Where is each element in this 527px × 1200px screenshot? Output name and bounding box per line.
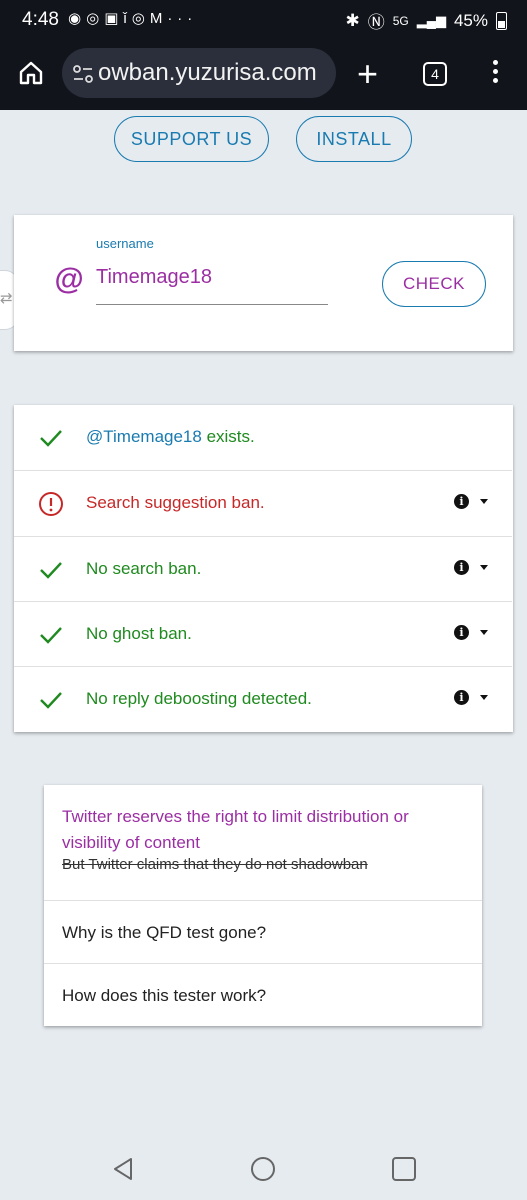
check-icon <box>40 430 62 447</box>
network-type: 5G <box>392 13 409 28</box>
bluetooth-icon: ✱ <box>345 10 360 30</box>
twitch-icon: ▣ <box>104 10 124 27</box>
chevron-down-icon[interactable] <box>480 565 488 570</box>
faq-item-distribution[interactable]: Twitter reserves the right to limit dist… <box>44 785 482 900</box>
result-row-suggestion-ban[interactable]: Search suggestion ban. i <box>14 470 512 536</box>
result-text: @Timemage18 exists. <box>86 427 255 446</box>
username-input[interactable]: Timemage18 <box>96 266 212 289</box>
battery-icon <box>496 11 507 30</box>
info-icon[interactable]: i <box>454 494 469 509</box>
chevron-down-icon[interactable] <box>480 499 488 504</box>
notification-icons: ◉◎▣ǐ◎M··· <box>68 9 197 27</box>
discord-icon: ◉ <box>68 10 87 27</box>
result-text: No search ban. <box>86 559 202 578</box>
result-text: Search suggestion ban. <box>86 493 265 512</box>
faq-question: How does this tester work? <box>62 986 267 1005</box>
chevron-down-icon[interactable] <box>480 695 488 700</box>
result-row-exists: @Timemage18 exists. <box>14 405 512 470</box>
chevron-down-icon[interactable] <box>480 630 488 635</box>
result-row-reply-deboosting[interactable]: No reply deboosting detected. i <box>14 666 512 732</box>
username-label: username <box>96 236 154 251</box>
faq-title: Twitter reserves the right to limit dist… <box>62 807 409 852</box>
alert-circle-icon <box>39 492 63 516</box>
address-bar[interactable]: owban.yuzurisa.com <box>62 48 336 98</box>
recents-icon[interactable] <box>391 1156 417 1182</box>
back-icon[interactable] <box>110 1156 136 1182</box>
info-dropdown[interactable]: i <box>454 491 494 513</box>
new-tab-icon[interactable]: + <box>357 56 378 92</box>
result-row-ghost-ban[interactable]: No ghost ban. i <box>14 601 512 667</box>
check-icon <box>40 692 62 709</box>
username-form: @ username Timemage18 CHECK <box>14 215 513 351</box>
info-icon: ǐ <box>123 10 132 27</box>
battery-level: 45% <box>453 10 488 30</box>
url-text[interactable]: owban.yuzurisa.com <box>98 59 317 87</box>
system-nav-bar <box>0 1140 527 1200</box>
nfc-icon: Ⓝ <box>367 13 385 32</box>
more-icon: ··· <box>167 10 198 27</box>
check-button[interactable]: CHECK <box>382 261 486 307</box>
gmail-icon: M <box>149 10 168 27</box>
result-text: No ghost ban. <box>86 624 192 643</box>
result-row-search-ban[interactable]: No search ban. i <box>14 536 512 602</box>
faq-item-how-it-works[interactable]: How does this tester work? <box>44 963 482 1027</box>
faq-question: Why is the QFD test gone? <box>62 923 267 942</box>
support-us-button[interactable]: SUPPORT US <box>114 116 269 162</box>
check-icon <box>40 627 62 644</box>
results-panel: @Timemage18 exists. Search suggestion ba… <box>14 405 513 732</box>
swap-arrows-icon: ⇄ <box>0 290 13 307</box>
install-button[interactable]: INSTALL <box>296 116 412 162</box>
signal-icon: ▂▄▆ <box>416 12 446 28</box>
faq-panel: Twitter reserves the right to limit dist… <box>44 785 482 1026</box>
check-icon <box>40 562 62 579</box>
info-icon[interactable]: i <box>454 690 469 705</box>
faq-struck-subtitle: But Twitter claims that they do not shad… <box>62 856 368 873</box>
system-status: ✱ Ⓝ 5G ▂▄▆ 45% <box>345 8 507 33</box>
site-settings-icon[interactable] <box>72 63 94 85</box>
home-icon[interactable] <box>18 60 44 86</box>
home-circle-icon[interactable] <box>250 1156 276 1182</box>
info-icon[interactable]: i <box>454 560 469 575</box>
browser-toolbar: owban.yuzurisa.com + 4 <box>0 38 527 110</box>
status-bar: 4:48 ◉◎▣ǐ◎M··· ✱ Ⓝ 5G ▂▄▆ 45% <box>0 0 527 38</box>
result-text: No reply deboosting detected. <box>86 689 312 708</box>
info-dropdown[interactable]: i <box>454 687 494 709</box>
instagram-icon: ◎ <box>86 10 105 27</box>
faq-question: Twitter reserves the right to limit dist… <box>62 804 462 873</box>
info-dropdown[interactable]: i <box>454 557 494 579</box>
instagram-icon: ◎ <box>131 10 150 27</box>
info-dropdown[interactable]: i <box>454 622 494 644</box>
info-icon[interactable]: i <box>454 625 469 640</box>
faq-item-qfd[interactable]: Why is the QFD test gone? <box>44 900 482 964</box>
input-underline <box>96 304 328 305</box>
result-handle: @Timemage18 <box>86 427 202 446</box>
at-icon: @ <box>54 263 84 296</box>
status-time: 4:48 <box>22 9 59 30</box>
tab-switcher-button[interactable]: 4 <box>423 62 447 86</box>
overflow-menu-icon[interactable] <box>491 60 499 88</box>
